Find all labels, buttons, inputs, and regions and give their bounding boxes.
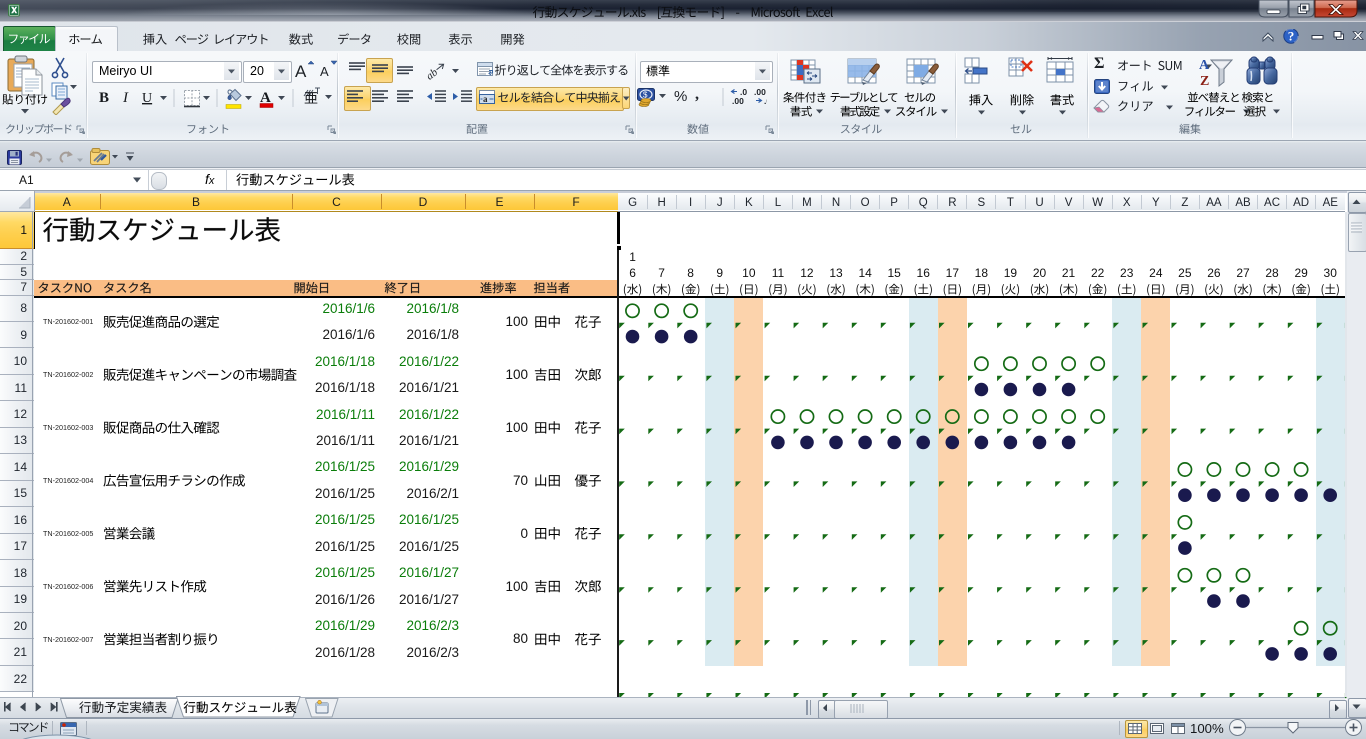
svg-text:Z: Z bbox=[1200, 74, 1209, 89]
svg-text:A: A bbox=[295, 62, 307, 81]
svg-text:I: I bbox=[122, 90, 129, 106]
svg-text:A: A bbox=[1199, 58, 1210, 73]
svg-text:$: $ bbox=[643, 91, 648, 100]
svg-text:%: % bbox=[674, 88, 687, 105]
svg-text:?: ? bbox=[1288, 29, 1295, 44]
svg-text:,: , bbox=[695, 86, 699, 103]
svg-text:.0: .0 bbox=[764, 96, 767, 106]
svg-text:.00: .00 bbox=[732, 96, 744, 106]
svg-text:a: a bbox=[483, 94, 488, 104]
svg-text:B: B bbox=[99, 90, 109, 106]
svg-text:A: A bbox=[320, 64, 329, 79]
svg-text:U: U bbox=[142, 91, 152, 106]
